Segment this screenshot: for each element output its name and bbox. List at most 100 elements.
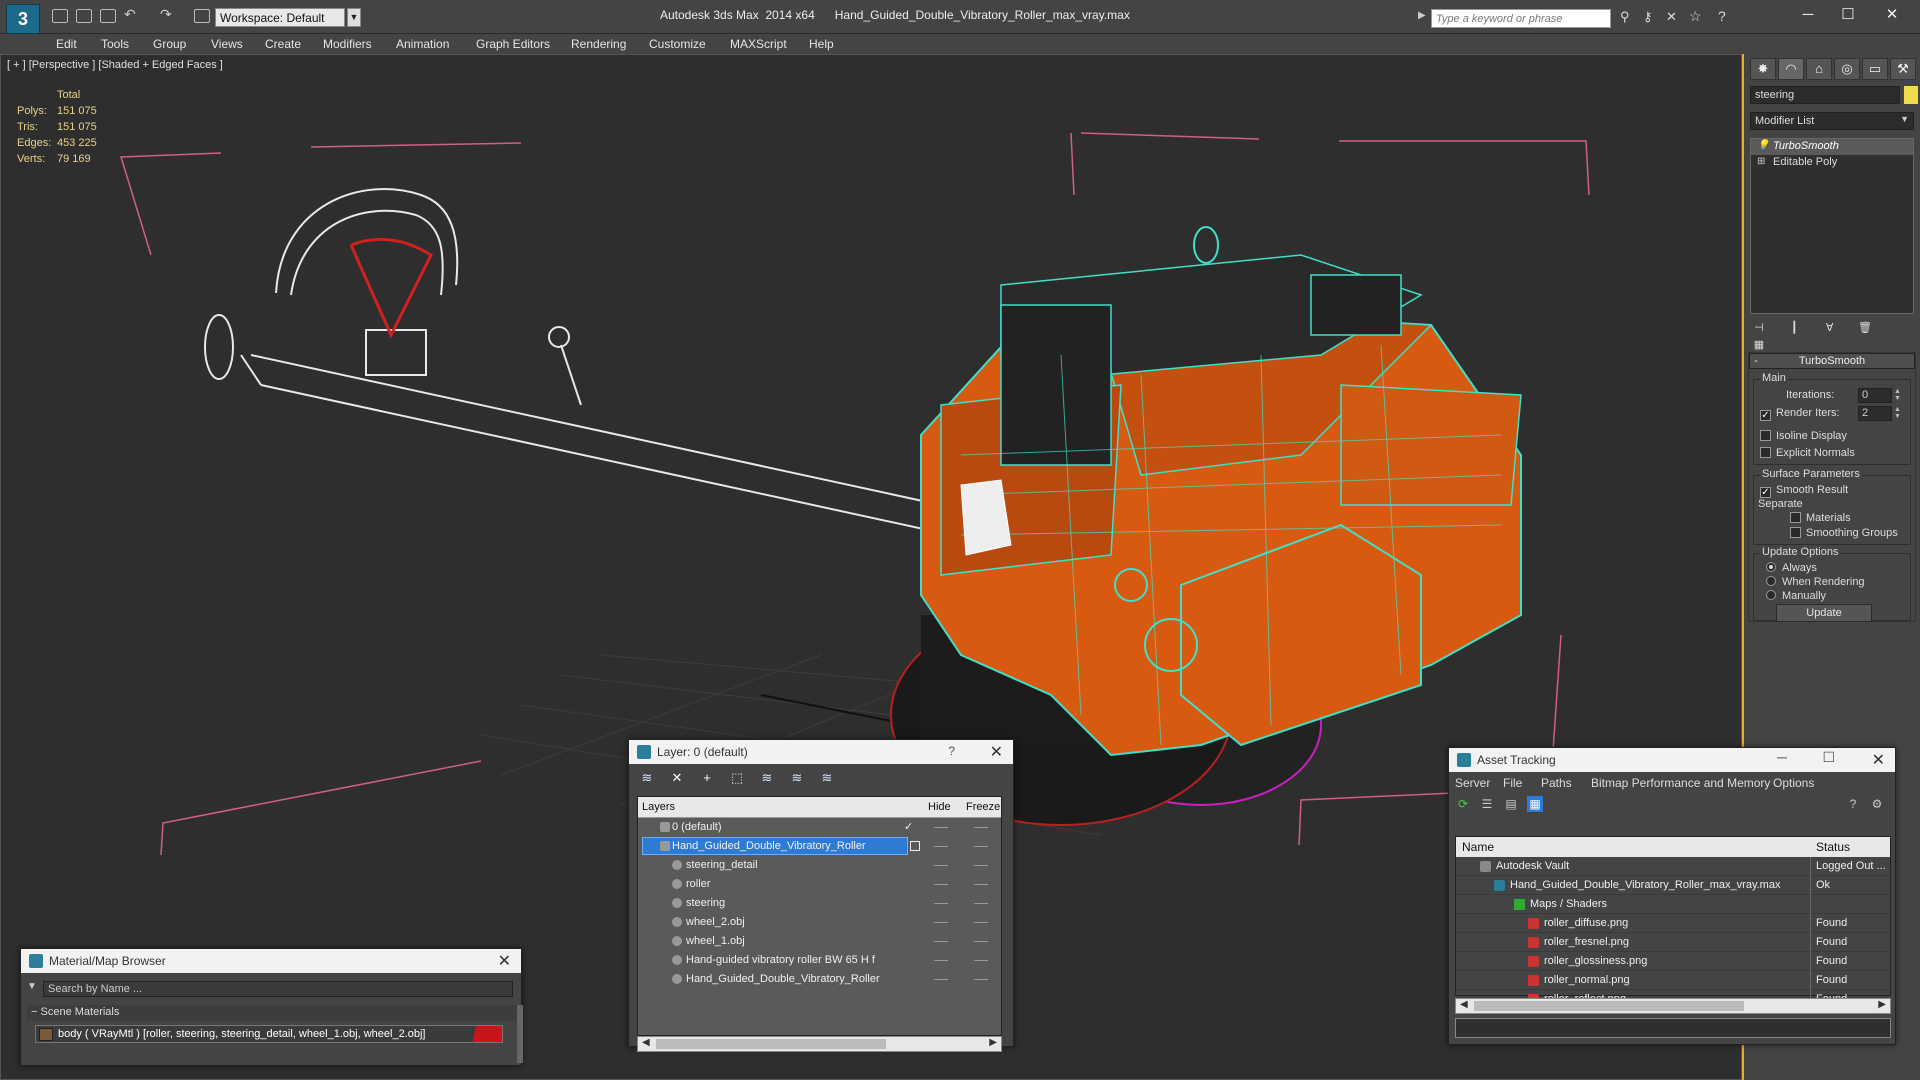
layer-row[interactable]: steering_detail [638, 856, 1001, 875]
scene-materials-section[interactable]: − Scene Materials [27, 1005, 517, 1021]
freeze-toggle[interactable] [974, 846, 988, 847]
list-view-icon[interactable]: ☰ [1479, 796, 1495, 812]
scroll-right-icon[interactable]: ▶ [1878, 999, 1886, 1010]
menu-customize[interactable]: Customize [649, 37, 706, 51]
utilities-tab-icon[interactable]: ⚒ [1890, 58, 1916, 80]
minimize-icon[interactable]: ─ [1788, 4, 1828, 28]
material-browser-titlebar[interactable]: Material/Map Browser ✕ [21, 949, 521, 973]
thumbnail-view-icon[interactable]: ▤ [1503, 796, 1519, 812]
menu-rendering[interactable]: Rendering [571, 37, 626, 51]
materials-row[interactable]: Materials [1790, 512, 1851, 524]
stack-item-turbosmooth[interactable]: 💡 TurboSmooth [1751, 139, 1913, 155]
search-input[interactable]: Type a keyword or phrase [1431, 9, 1611, 28]
asset-row[interactable]: Maps / Shaders [1456, 895, 1890, 914]
freeze-toggle[interactable] [974, 865, 988, 866]
always-radio[interactable] [1766, 562, 1776, 572]
modifier-list-select[interactable]: Modifier List ▼ [1750, 112, 1914, 130]
layer-row[interactable]: wheel_1.obj [638, 932, 1001, 951]
hide-toggle[interactable] [934, 827, 948, 828]
col-layers[interactable]: Layers [642, 801, 675, 813]
stack-item-editable-poly[interactable]: ⊞ Editable Poly [1751, 155, 1913, 171]
hide-toggle[interactable] [934, 884, 948, 885]
spinner-arrows-icon[interactable]: ▲ ▼ [1894, 406, 1902, 421]
menu-server[interactable]: Server [1455, 776, 1490, 790]
manually-row[interactable]: Manually [1766, 590, 1826, 602]
menu-modifiers[interactable]: Modifiers [323, 37, 372, 51]
remove-modifier-icon[interactable]: 🗑 [1856, 321, 1874, 337]
object-color-swatch[interactable] [1904, 86, 1918, 104]
freeze-toggle[interactable] [974, 979, 988, 980]
maximize-icon[interactable]: ☐ [1828, 4, 1868, 28]
communication-icon[interactable]: ✕ [1666, 9, 1677, 25]
help-icon[interactable]: ? [1718, 8, 1726, 24]
layer-row[interactable]: Hand_Guided_Double_Vibratory_Roller [638, 970, 1001, 989]
create-tab-icon[interactable]: ✸ [1750, 58, 1776, 80]
motion-tab-icon[interactable]: ◎ [1834, 58, 1860, 80]
menu-help[interactable]: Help [809, 37, 834, 51]
spinner-arrows-icon[interactable]: ▲ ▼ [1894, 388, 1902, 403]
show-end-result-icon[interactable]: ┃ [1785, 321, 1803, 337]
pin-stack-icon[interactable]: ⊣ [1750, 321, 1768, 337]
when-rendering-row[interactable]: When Rendering [1766, 576, 1865, 588]
material-search-input[interactable]: Search by Name ... [43, 981, 513, 997]
redo-icon[interactable]: ↷ [160, 6, 172, 23]
asset-row[interactable]: roller_normal.png Found [1456, 971, 1890, 990]
lightbulb-icon[interactable]: 💡 [1757, 140, 1769, 151]
modifier-stack[interactable]: 💡 TurboSmooth ⊞ Editable Poly [1750, 138, 1914, 314]
hide-toggle[interactable] [934, 922, 948, 923]
workspace-dropdown-icon[interactable]: ▼ [347, 8, 361, 27]
subscription-icon[interactable]: ⚷ [1643, 9, 1653, 25]
always-row[interactable]: Always [1766, 562, 1817, 574]
asset-row[interactable]: roller_glossiness.png Found [1456, 952, 1890, 971]
scroll-left-icon[interactable]: ◀ [642, 1037, 650, 1048]
manually-radio[interactable] [1766, 590, 1776, 600]
hide-toggle[interactable] [934, 960, 948, 961]
modify-tab-icon[interactable]: ◠ [1778, 58, 1804, 80]
favorites-star-icon[interactable]: ☆ [1689, 8, 1702, 25]
isoline-checkbox[interactable] [1760, 430, 1771, 441]
hide-toggle[interactable] [934, 941, 948, 942]
hide-toggle[interactable] [934, 903, 948, 904]
col-hide[interactable]: Hide [928, 801, 951, 813]
layer-row[interactable]: Hand-guided vibratory roller BW 65 H f [638, 951, 1001, 970]
smooth-result-row[interactable]: ✓ Smooth Result [1760, 484, 1848, 498]
highlight-layer-icon[interactable]: ≋ [759, 770, 775, 786]
layer-row-selected[interactable]: Hand_Guided_Double_Vibratory_Roller [638, 837, 1001, 856]
hide-toggle[interactable] [934, 979, 948, 980]
layer-row[interactable]: wheel_2.obj [638, 913, 1001, 932]
layer-row[interactable]: roller [638, 875, 1001, 894]
asset-row[interactable]: Hand_Guided_Double_Vibratory_Roller_max_… [1456, 876, 1890, 895]
render-iters-checkbox[interactable]: ✓ [1760, 410, 1771, 421]
scroll-thumb[interactable] [656, 1039, 886, 1049]
hide-toggle[interactable] [934, 846, 948, 847]
freeze-toggle[interactable] [974, 960, 988, 961]
delete-layer-icon[interactable]: ✕ [669, 770, 685, 786]
menu-bitmap-performance[interactable]: Bitmap Performance and Memory [1591, 776, 1770, 790]
scroll-left-icon[interactable]: ◀ [1460, 999, 1468, 1010]
menu-maxscript[interactable]: MAXScript [730, 37, 787, 51]
minimize-icon[interactable]: ─ [1777, 749, 1787, 765]
close-icon[interactable]: ✕ [990, 742, 1003, 762]
col-freeze[interactable]: Freeze [966, 801, 1000, 813]
menu-views[interactable]: Views [211, 37, 243, 51]
add-to-layer-icon[interactable]: + [699, 770, 715, 786]
scroll-thumb[interactable] [1474, 1001, 1744, 1011]
viewport-label[interactable]: [ + ] [Perspective ] [Shaded + Edged Fac… [7, 59, 223, 71]
freeze-toggle[interactable] [974, 827, 988, 828]
close-icon[interactable]: ✕ [498, 951, 511, 971]
undo-icon[interactable]: ↶ [124, 6, 136, 23]
menu-graph-editors[interactable]: Graph Editors [476, 37, 550, 51]
save-file-icon[interactable] [100, 9, 116, 23]
layer-window-titlebar[interactable]: Layer: 0 (default) ? ✕ [629, 740, 1013, 764]
menu-animation[interactable]: Animation [396, 37, 449, 51]
open-file-icon[interactable] [76, 9, 92, 23]
settings-icon[interactable]: ⚙ [1869, 796, 1885, 812]
freeze-toggle[interactable] [974, 884, 988, 885]
isoline-row[interactable]: Isoline Display [1760, 430, 1847, 442]
display-tab-icon[interactable]: ▭ [1862, 58, 1888, 80]
explicit-normals-checkbox[interactable] [1760, 447, 1771, 458]
object-name-field[interactable]: steering [1750, 86, 1900, 104]
asset-tracking-titlebar[interactable]: Asset Tracking ─ ☐ ✕ [1449, 748, 1895, 772]
make-unique-icon[interactable]: ∀ [1821, 321, 1839, 337]
smoothing-groups-row[interactable]: Smoothing Groups [1790, 527, 1898, 539]
